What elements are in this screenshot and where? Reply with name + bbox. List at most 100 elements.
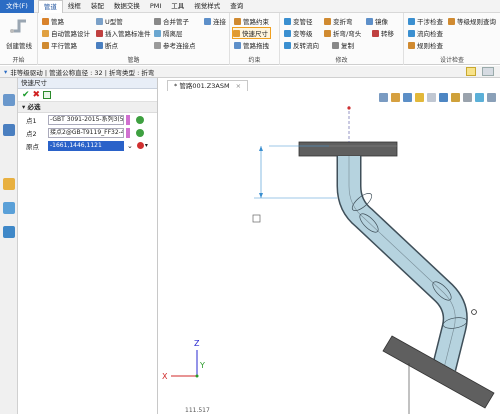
merge-pipe-button[interactable]: 合并管子 (154, 16, 189, 26)
menu-pipe[interactable]: 管道 (37, 0, 63, 13)
breakpoint-button[interactable]: 断点 (96, 40, 118, 50)
point1-pick-icon[interactable] (136, 115, 144, 124)
grade-rule-query-icon (448, 17, 455, 25)
3d-viewport[interactable]: * 管路001.Z3ASM × Z Y X 111.517 (159, 78, 500, 414)
breakpoint-icon (96, 41, 103, 49)
menu-wireframe[interactable]: 线框 (63, 0, 86, 13)
menu-visual-style[interactable]: 视觉样式 (189, 0, 225, 13)
auto-pipe-design-button[interactable]: 自动管路设计 (42, 28, 90, 38)
flow-check-button[interactable]: 流向检查 (408, 28, 443, 38)
field-point2: 点2 接点2@GB-T9119_FF32-40 (18, 126, 157, 139)
origin-input[interactable]: -1661,1446,1121 (48, 140, 124, 151)
axis-x-label: X (162, 372, 168, 381)
status-line: ▾ 非等级驱动 | 管道公称直径 : 32 | 折弯类型 : 折弯 (0, 66, 500, 78)
connect-point-marker[interactable] (347, 106, 351, 110)
left-toolbar (0, 78, 18, 414)
axis-z-label: Z (194, 339, 200, 348)
group-constraint-label: 约束 (248, 57, 261, 64)
menu-bar: 文件(F) 管道 线框 装配 数据交换 PMI 工具 视觉样式 查询 (0, 0, 500, 13)
u-pipe-button[interactable]: U型管 (96, 16, 123, 26)
group-design-check-label: 设计检查 (439, 57, 464, 64)
status-text: 非等级驱动 | 管道公称直径 : 32 | 折弯类型 : 折弯 (10, 68, 155, 77)
select-mode-icon[interactable] (482, 67, 494, 76)
insulation-layer-button[interactable]: 隔离层 (154, 28, 183, 38)
axis-y-label: Y (199, 361, 205, 370)
part-icon[interactable] (3, 178, 15, 190)
pipe-constraint-icon (234, 17, 241, 25)
change-bend-icon (324, 17, 331, 25)
connect-button[interactable]: 连接 (204, 16, 226, 26)
reference-connect-point-button[interactable]: 参考连接点 (154, 40, 196, 50)
menu-tools[interactable]: 工具 (166, 0, 189, 13)
bend-elbow-button[interactable]: 折弯/弯头 (324, 28, 361, 38)
group-constraint: 管路约束 快速尺寸 管路拖拽 约束 (230, 13, 280, 65)
top-flange[interactable] (298, 141, 398, 157)
quick-dimension-panel: 快速尺寸 ✔ ✖ ▾ 必选 点1 -GBT 3091-2015-系列3(5)_1… (18, 78, 158, 414)
field-point1: 点1 -GBT 3091-2015-系列3(5)_1 (18, 113, 157, 126)
group-pipe-label: 管路 (127, 57, 140, 64)
point2-pick-icon[interactable] (136, 128, 144, 137)
history-icon[interactable] (3, 94, 15, 106)
pipe-button[interactable]: 管路 (42, 16, 64, 26)
origin-pick-icon[interactable] (136, 142, 144, 149)
user-icon[interactable] (3, 226, 15, 238)
create-pipeline-button[interactable]: 创建管线 (3, 16, 35, 50)
change-bend-button[interactable]: 变折弯 (324, 16, 353, 26)
pipe-drag-icon (234, 41, 241, 49)
viewport-footer-text: 111.517 (185, 407, 210, 414)
pipe-constraint-button[interactable]: 管路约束 (234, 16, 269, 26)
cursor-icon (252, 214, 261, 223)
u-pipe-icon (96, 17, 103, 25)
parallel-pipe-button[interactable]: 平行管路 (42, 40, 77, 50)
menu-query[interactable]: 查询 (225, 0, 248, 13)
apply-icon[interactable] (43, 91, 52, 99)
expand-chevron-icon[interactable]: ⌄ (127, 142, 133, 150)
point2-color-marker (126, 127, 130, 138)
change-diameter-button[interactable]: 变管径 (284, 16, 313, 26)
quick-dimension-icon (233, 29, 240, 37)
point2-input[interactable]: 接点2@GB-T9119_FF32-40 (48, 127, 124, 138)
quick-dimension-button[interactable]: 快速尺寸 (232, 27, 271, 39)
copy-icon (332, 41, 339, 49)
reverse-flow-icon (284, 41, 291, 49)
group-pipe: 管路 U型管 合并管子 连接 自动管路设计 插入管路标准件 隔离层 平行管路 断… (38, 13, 230, 65)
group-start: 创建管线 开始 (0, 13, 38, 65)
field-origin: 原点 -1661,1446,1121 ⌄ ▾ (26, 140, 148, 151)
pipe-drag-button[interactable]: 管路拖拽 (234, 40, 269, 50)
cancel-icon[interactable]: ✖ (33, 90, 41, 100)
group-design-check: 干涉检查 等级规则查询 流向检查 规则检查 设计检查 (404, 13, 500, 65)
insert-standard-part-button[interactable]: 插入管路标准件 (96, 28, 151, 38)
rule-check-button[interactable]: 规则检查 (408, 40, 443, 50)
auto-pipe-design-icon (42, 29, 49, 37)
interference-check-icon (408, 17, 415, 25)
pipe-model-drawing: Z Y X 111.517 (162, 106, 495, 414)
point1-color-marker (126, 114, 130, 125)
ribbon: 创建管线 开始 管路 U型管 合并管子 连接 自动管路设计 插入管路标准件 隔离… (0, 13, 500, 65)
menu-data-exchange[interactable]: 数据交换 (109, 0, 145, 13)
chevron-down-icon[interactable]: ▾ (4, 68, 7, 76)
reference-connect-point-icon (154, 41, 161, 49)
reverse-flow-button[interactable]: 反转流向 (284, 40, 319, 50)
menu-file[interactable]: 文件(F) (0, 0, 34, 13)
transfer-button[interactable]: 转移 (372, 28, 394, 38)
mirror-icon (366, 17, 373, 25)
connect-icon (204, 17, 211, 25)
assembly-tree-icon[interactable] (3, 124, 15, 136)
filter-icon[interactable] (466, 67, 476, 76)
mirror-button[interactable]: 镜像 (366, 16, 388, 26)
copy-button[interactable]: 复制 (332, 40, 354, 50)
change-grade-button[interactable]: 变等级 (284, 28, 313, 38)
group-start-label: 开始 (12, 57, 25, 64)
required-section-header[interactable]: ▾ 必选 (18, 102, 157, 113)
point1-input[interactable]: -GBT 3091-2015-系列3(5)_1 (48, 114, 124, 125)
view-icon[interactable] (3, 202, 15, 214)
transfer-icon (372, 29, 379, 37)
interference-check-button[interactable]: 干涉检查 (408, 16, 443, 26)
endpoint-marker[interactable] (471, 309, 477, 315)
confirm-icon[interactable]: ✔ (22, 90, 30, 100)
origin-dropdown-icon[interactable]: ▾ (145, 142, 148, 149)
menu-pmi[interactable]: PMI (145, 0, 166, 13)
grade-rule-query-button[interactable]: 等级规则查询 (448, 16, 496, 26)
panel-toolbar: ✔ ✖ (18, 89, 157, 102)
menu-assembly[interactable]: 装配 (86, 0, 109, 13)
